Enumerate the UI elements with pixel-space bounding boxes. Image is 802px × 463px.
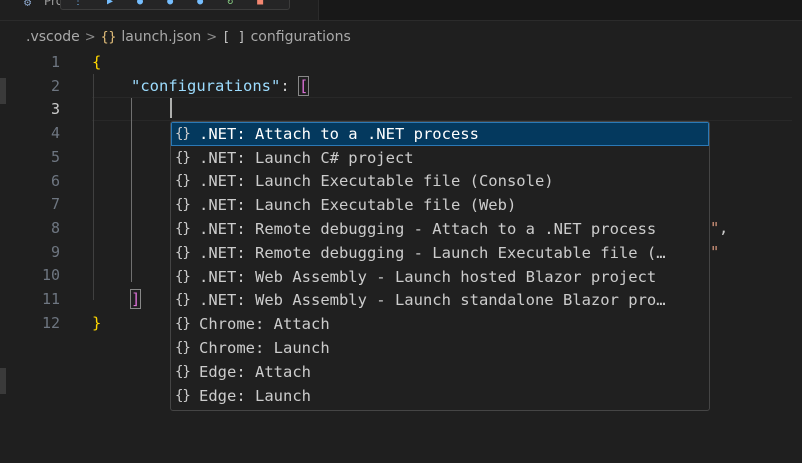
suggestion-label: .NET: Launch C# project [199,148,414,167]
suggestion-label: .NET: Launch Executable file (Console) [199,172,554,191]
hidden-code-fragment: " [710,219,720,237]
array-symbol-icon: [ ] [222,29,246,45]
suggestion-item[interactable]: {} .NET: Launch C# project [171,146,709,170]
code-line: 3 [0,97,802,121]
step-into-icon[interactable]: ● [167,0,173,7]
line-number: 6 [50,172,60,190]
suggestion-item[interactable]: {} Edge: Attach [171,360,709,384]
line-number: 1 [50,53,60,71]
snippet-icon: {} [175,221,191,238]
suggestion-label: .NET: Attach to a .NET process [199,124,479,143]
suggestion-label: Chrome: Launch [199,339,330,358]
line-number: 7 [50,195,60,213]
text-cursor [170,98,172,118]
suggestion-item[interactable]: {} Edge: Launch [171,384,709,408]
hidden-code-fragment: " [710,243,720,261]
suggestion-item[interactable]: {} .NET: Web Assembly - Launch hosted Bla… [171,265,709,289]
code-text: "configurations": [ [131,76,310,96]
suggestion-item[interactable]: {} .NET: Remote debugging - Launch Execut… [171,241,709,265]
snippet-icon: {} [175,340,191,357]
snippet-icon: {} [175,363,191,380]
line-number: 9 [50,243,60,261]
snippet-icon: {} [175,149,191,166]
suggestion-label: .NET: Launch Executable file (Web) [199,196,517,215]
suggestion-item[interactable]: {} Chrome: Attach [171,312,709,336]
code-text: } [92,314,102,332]
restart-icon[interactable]: ↻ [227,0,233,7]
suggestion-label: .NET: Web Assembly - Launch hosted Blazo… [199,267,657,286]
step-over-icon[interactable]: ● [137,0,143,7]
stop-icon[interactable]: ■ [257,0,263,7]
code-text: { [92,53,102,71]
suggestion-item[interactable]: {} .NET: Remote debugging - Attach to a .… [171,217,709,241]
snippet-icon: {} [175,387,191,404]
line-number: 12 [41,314,60,332]
continue-icon[interactable]: ▶ [107,0,113,7]
settings-file-icon: ⚙ [24,0,32,9]
suggestion-item[interactable]: {} .NET: Attach to a .NET process [171,122,709,146]
breadcrumb: .vscode > {} launch.json > [ ] configura… [26,27,351,47]
breadcrumb-symbol[interactable]: configurations [251,29,351,45]
suggestion-widget[interactable]: {} .NET: Attach to a .NET process {} .NET: … [170,121,710,411]
chevron-right-icon: > [84,29,96,45]
line-number: 2 [50,77,60,95]
code-line: 2 "configurations": [ [0,74,802,98]
drag-handle-icon[interactable]: ⋮ [73,0,83,7]
suggestion-label: Edge: Attach [199,362,311,381]
line-number: 10 [41,266,60,284]
debug-toolbar: ⋮ ▶ ● ● ● ↻ ■ [60,0,290,10]
snippet-icon: {} [175,125,191,142]
suggestion-label: Chrome: Attach [199,315,330,334]
line-number: 5 [50,148,60,166]
suggestion-item[interactable]: {} Chrome: Launch [171,336,709,360]
tab-strip: ⚙ Pro ⋮ ▶ ● ● ● ↻ ■ [0,0,802,21]
line-number: 4 [50,124,60,142]
snippet-icon: {} [175,316,191,333]
code-line: 1 { [0,50,802,74]
json-file-icon: {} [100,29,117,45]
line-number: 3 [50,100,60,118]
suggestion-label: Edge: Launch [199,386,311,405]
line-number: 8 [50,219,60,237]
breadcrumb-folder[interactable]: .vscode [26,29,80,45]
snippet-icon: {} [175,173,191,190]
suggestion-label: .NET: Web Assembly - Launch standalone B… [199,291,666,310]
step-out-icon[interactable]: ● [197,0,203,7]
line-number: 11 [41,290,60,308]
snippet-icon: {} [175,268,191,285]
suggestion-item[interactable]: {} .NET: Web Assembly - Launch standalone… [171,289,709,313]
suggestion-item[interactable]: {} .NET: Launch Executable file (Console) [171,170,709,194]
snippet-icon: {} [175,197,191,214]
suggestion-label: .NET: Remote debugging - Launch Executab… [199,243,666,262]
snippet-icon: {} [175,244,191,261]
hidden-code-fragment: , [719,219,729,237]
chevron-right-icon: > [206,29,218,45]
suggestion-label: .NET: Remote debugging - Attach to a .NE… [199,220,657,239]
code-text: ] [129,289,142,309]
suggestion-item[interactable]: {} .NET: Launch Executable file (Web) [171,193,709,217]
snippet-icon: {} [175,292,191,309]
breadcrumb-file[interactable]: launch.json [121,29,201,45]
